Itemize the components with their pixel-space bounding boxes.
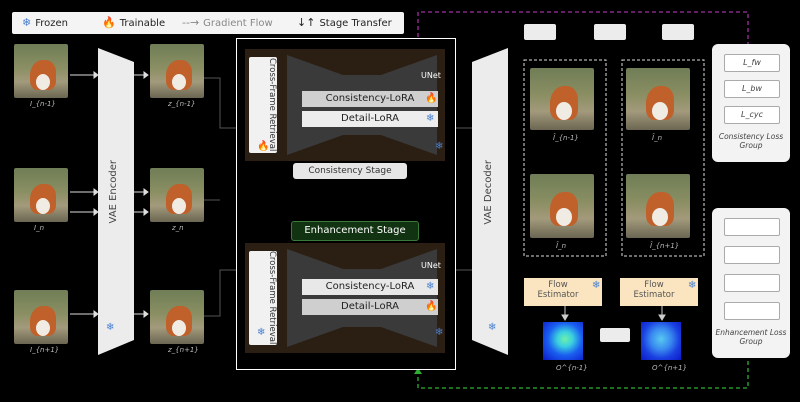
lora-flame-icon-top: 🔥: [425, 93, 438, 104]
label-in-current: I_n: [34, 224, 45, 232]
label-out-bottom-right: Î_{n+1}: [650, 242, 680, 250]
consistency-lora-bottom: Consistency-LoRA: [302, 279, 438, 295]
cfr-top: Cross-Frame Retrieval: [249, 57, 277, 153]
flow-map-left: [543, 322, 583, 360]
enhancement-loss-row-3: [724, 274, 780, 292]
input-image-prev: [14, 44, 68, 98]
consistency-loss-row-1: L_fw: [724, 54, 780, 72]
enhancement-stage-block: Cross-Frame Retrieval UNet Consistency-L…: [245, 243, 445, 353]
enhancement-loss-title: Enhancement Loss Group: [715, 328, 787, 346]
enhancement-stage-button[interactable]: Enhancement Stage: [291, 221, 419, 241]
gradient-flow-green: [417, 358, 749, 389]
consistency-loss-row-3: L_cyc: [724, 106, 780, 124]
encoded-image-current: [150, 168, 204, 222]
decoder-snowflake-icon: ❄: [488, 322, 497, 333]
detail-lora-bottom: Detail-LoRA: [302, 299, 438, 315]
flow-estimator-left: Flow Estimator ❄: [524, 278, 602, 306]
top-box-1: [524, 24, 556, 40]
top-box-2: [594, 24, 626, 40]
flow-map-right: [641, 322, 681, 360]
vae-encoder-label: VAE Encoder: [108, 160, 119, 224]
cfr-flame-icon-top: 🔥: [257, 141, 270, 152]
input-image-next: [14, 290, 68, 344]
consistency-stage-block: Cross-Frame Retrieval UNet Consistency-L…: [245, 49, 445, 161]
consistency-lora-top: Consistency-LoRA: [302, 91, 438, 107]
label-out-top-left: Î_{n-1}: [553, 134, 579, 142]
detail-lora-top: Detail-LoRA: [302, 111, 438, 127]
flow-estimator-right: Flow Estimator ❄: [620, 278, 698, 306]
output-image-bottom-right: [626, 174, 690, 238]
enhancement-loss-group: Enhancement Loss Group: [712, 208, 790, 358]
label-in-prev: I_{n-1}: [30, 100, 56, 108]
flow-snowflake-icon-left: ❄: [592, 280, 601, 291]
consistency-loss-row-2: L_bw: [724, 80, 780, 98]
lora-flame-icon-bottom: 🔥: [425, 301, 438, 312]
enhancement-loss-row-4: [724, 302, 780, 320]
label-z-prev: z_{n-1}: [168, 100, 196, 108]
label-z-next: z_{n+1}: [168, 346, 199, 354]
unet-snowflake-icon-bottom: ❄: [435, 327, 444, 338]
unet-snowflake-icon-top: ❄: [435, 141, 444, 152]
encoded-image-prev: [150, 44, 204, 98]
output-image-top-left: [530, 68, 594, 130]
enhancement-loss-row-1: [724, 218, 780, 236]
cfr-snowflake-icon-bottom: ❄: [257, 327, 266, 338]
label-out-top-right: Î_n: [652, 134, 663, 142]
unet-label-bottom: UNet: [421, 261, 441, 270]
vae-decoder-label: VAE Decoder: [483, 160, 494, 225]
lora-snowflake-icon-bottom: ❄: [426, 281, 435, 292]
label-in-next: I_{n+1}: [30, 346, 60, 354]
label-flow-left: O^{n-1}: [556, 364, 588, 372]
label-z-current: z_n: [172, 224, 184, 232]
consistency-loss-title: Consistency Loss Group: [718, 132, 784, 150]
consistency-loss-group: L_fw L_bw L_cyc Consistency Loss Group: [712, 44, 790, 162]
flow-snowflake-icon-right: ❄: [688, 280, 697, 291]
unet-shape-bottom: [287, 249, 437, 347]
top-box-3: [662, 24, 694, 40]
encoder-snowflake-icon: ❄: [106, 322, 115, 333]
input-image-current: [14, 168, 68, 222]
center-stage-panel: Cross-Frame Retrieval UNet Consistency-L…: [236, 38, 456, 370]
flow-middle-box: [600, 328, 630, 342]
label-flow-right: O^{n+1}: [652, 364, 688, 372]
output-image-bottom-left: [530, 174, 594, 238]
unet-label-top: UNet: [421, 71, 441, 80]
output-image-top-right: [626, 68, 690, 130]
encoded-image-next: [150, 290, 204, 344]
gradient-flow-purple: [417, 11, 749, 46]
consistency-stage-button[interactable]: Consistency Stage: [293, 163, 407, 179]
lora-snowflake-icon-top: ❄: [426, 113, 435, 124]
enhancement-loss-row-2: [724, 246, 780, 264]
label-out-bottom-left: Î_n: [556, 242, 567, 250]
